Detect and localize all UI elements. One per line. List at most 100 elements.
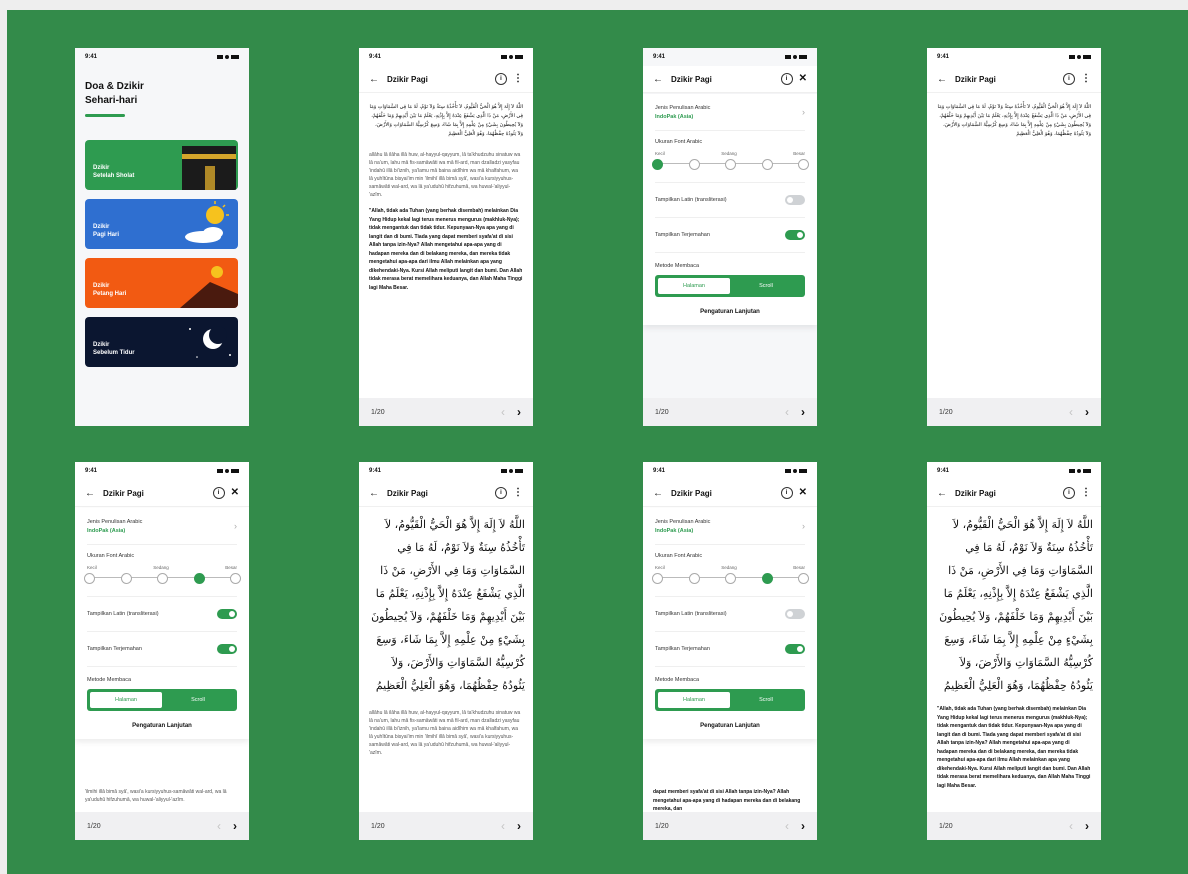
size-large-label: Besar <box>793 565 805 570</box>
size-small-label: Kecil <box>655 151 665 156</box>
font-size-step-1[interactable] <box>652 159 663 170</box>
font-size-step-3[interactable] <box>157 573 168 584</box>
arabic-script-row[interactable]: Jenis Penulisan Arabic IndoPak (Asia) › <box>87 508 237 545</box>
home-title-line1: Doa & Dzikir <box>85 81 144 92</box>
back-arrow-icon[interactable]: ← <box>653 74 663 85</box>
font-size-step-2[interactable] <box>120 573 132 584</box>
chevron-left-icon[interactable]: ‹ <box>501 405 505 419</box>
app-bar: ← Dzikir Pagi i ✕ <box>75 480 249 507</box>
latin-text-behind: 'ilmihi illâ bimâ syâ', wasi'a kursiyyuh… <box>85 789 227 803</box>
card-dzikir-petang-hari[interactable]: Dzikir Petang Hari <box>85 258 238 308</box>
more-vert-icon[interactable]: ⋮ <box>513 488 523 498</box>
info-icon[interactable]: i <box>780 487 793 499</box>
chevron-right-icon[interactable]: › <box>517 819 521 833</box>
page-title: Dzikir Pagi <box>671 74 712 84</box>
close-icon[interactable]: ✕ <box>799 74 807 84</box>
font-size-step-4[interactable] <box>193 573 205 584</box>
latin-toggle[interactable] <box>217 609 237 619</box>
font-size-step-5[interactable] <box>798 573 809 584</box>
info-icon[interactable]: i <box>495 487 507 499</box>
info-icon[interactable]: i <box>780 73 793 85</box>
home-title: Doa & Dzikir Sehari-hari <box>75 66 249 114</box>
font-size-slider[interactable] <box>652 158 809 170</box>
latin-toggle[interactable] <box>785 609 805 619</box>
status-bar: 9:41 <box>75 48 249 66</box>
status-icons <box>1069 55 1091 59</box>
chevron-right-icon[interactable]: › <box>1085 405 1089 419</box>
info-icon[interactable]: i <box>1063 73 1075 85</box>
app-bar: ← Dzikir Pagi i ⋮ <box>927 480 1101 507</box>
advanced-settings-button[interactable]: Pengaturan Lanjutan <box>655 711 805 739</box>
font-size-slider[interactable] <box>652 572 809 584</box>
chevron-left-icon[interactable]: ‹ <box>785 819 789 833</box>
status-time: 9:41 <box>85 54 98 60</box>
chevron-left-icon[interactable]: ‹ <box>217 819 221 833</box>
chevron-right-icon[interactable]: › <box>1085 819 1089 833</box>
font-size-step-3[interactable] <box>725 573 736 584</box>
font-size-row: Ukuran Font Arabic Kecil Sedang Besar <box>652 545 809 597</box>
latin-toggle[interactable] <box>785 195 805 205</box>
chevron-left-icon[interactable]: ‹ <box>1069 819 1073 833</box>
mode-page-button[interactable]: Halaman <box>658 692 730 708</box>
info-icon[interactable]: i <box>1063 487 1075 499</box>
back-arrow-icon[interactable]: ← <box>369 488 379 499</box>
chevron-right-icon[interactable]: › <box>801 819 805 833</box>
mode-scroll-button[interactable]: Scroll <box>162 692 234 708</box>
font-size-step-5[interactable] <box>798 159 809 170</box>
chevron-right-icon[interactable]: › <box>517 405 521 419</box>
page-indicator: 1/20 <box>87 822 101 830</box>
status-bar: 9:41 <box>927 48 1101 66</box>
card-dzikir-setelah-sholat[interactable]: Dzikir Setelah Sholat <box>85 140 238 190</box>
read-mode-segmented: Halaman Scroll <box>655 275 805 297</box>
artboard: 9:41 Doa & Dzikir Sehari-hari Dzikir Set… <box>7 10 1188 874</box>
arabic-script-row[interactable]: Jenis Penulisan Arabic IndoPak (Asia) › <box>655 94 805 131</box>
size-small-label: Kecil <box>87 565 97 570</box>
more-vert-icon[interactable]: ⋮ <box>513 74 523 84</box>
close-icon[interactable]: ✕ <box>799 488 807 498</box>
card-dzikir-sebelum-tidur[interactable]: Dzikir Sebelum Tidur <box>85 317 238 367</box>
chevron-right-icon[interactable]: › <box>801 405 805 419</box>
back-arrow-icon[interactable]: ← <box>369 74 379 85</box>
page-indicator: 1/20 <box>939 822 953 830</box>
status-time: 9:41 <box>653 468 666 474</box>
mode-page-button[interactable]: Halaman <box>658 278 730 294</box>
arabic-script-row[interactable]: Jenis Penulisan Arabic IndoPak (Asia) › <box>655 508 805 545</box>
font-size-step-5[interactable] <box>230 573 241 584</box>
latin-toggle-row: Tampilkan Latin (transliterasi) <box>655 183 805 218</box>
mode-page-button[interactable]: Halaman <box>90 692 162 708</box>
info-icon[interactable]: i <box>212 487 225 499</box>
chevron-left-icon[interactable]: ‹ <box>501 819 505 833</box>
font-size-step-1[interactable] <box>84 573 95 584</box>
back-arrow-icon[interactable]: ← <box>937 74 947 85</box>
phone-settings-small: 9:41 ← Dzikir Pagi i ✕ Jenis Penulisan A… <box>643 48 817 426</box>
more-vert-icon[interactable]: ⋮ <box>1081 488 1091 498</box>
font-size-step-2[interactable] <box>688 159 700 170</box>
card-subtitle: Petang Hari <box>93 291 127 297</box>
app-bar: ← Dzikir Pagi i ✕ <box>643 480 817 507</box>
latin-text: allâhu lâ ilâha illâ huw, al-hayyul-qayy… <box>369 152 521 198</box>
chevron-left-icon[interactable]: ‹ <box>1069 405 1073 419</box>
translation-toggle[interactable] <box>217 644 237 654</box>
advanced-settings-button[interactable]: Pengaturan Lanjutan <box>87 711 237 739</box>
close-icon[interactable]: ✕ <box>231 488 239 498</box>
font-size-step-4[interactable] <box>761 159 773 170</box>
info-icon[interactable]: i <box>495 73 507 85</box>
chevron-left-icon[interactable]: ‹ <box>785 405 789 419</box>
font-size-step-2[interactable] <box>688 573 700 584</box>
font-size-slider[interactable] <box>84 572 241 584</box>
back-arrow-icon[interactable]: ← <box>85 488 95 499</box>
translation-toggle[interactable] <box>785 230 805 240</box>
translation-toggle[interactable] <box>785 644 805 654</box>
mode-scroll-button[interactable]: Scroll <box>730 278 802 294</box>
font-size-step-3[interactable] <box>725 159 736 170</box>
back-arrow-icon[interactable]: ← <box>937 488 947 499</box>
font-size-step-4[interactable] <box>761 573 773 584</box>
mode-scroll-button[interactable]: Scroll <box>730 692 802 708</box>
font-size-step-1[interactable] <box>652 573 663 584</box>
card-dzikir-pagi-hari[interactable]: Dzikir Pagi Hari <box>85 199 238 249</box>
advanced-settings-button[interactable]: Pengaturan Lanjutan <box>655 297 805 325</box>
chevron-right-icon[interactable]: › <box>233 819 237 833</box>
more-vert-icon[interactable]: ⋮ <box>1081 74 1091 84</box>
back-arrow-icon[interactable]: ← <box>653 488 663 499</box>
arabic-text: اللَّهُ لاَ إِلَهَ إِلاَّ هُوَ الْحَيُّ … <box>371 518 525 692</box>
